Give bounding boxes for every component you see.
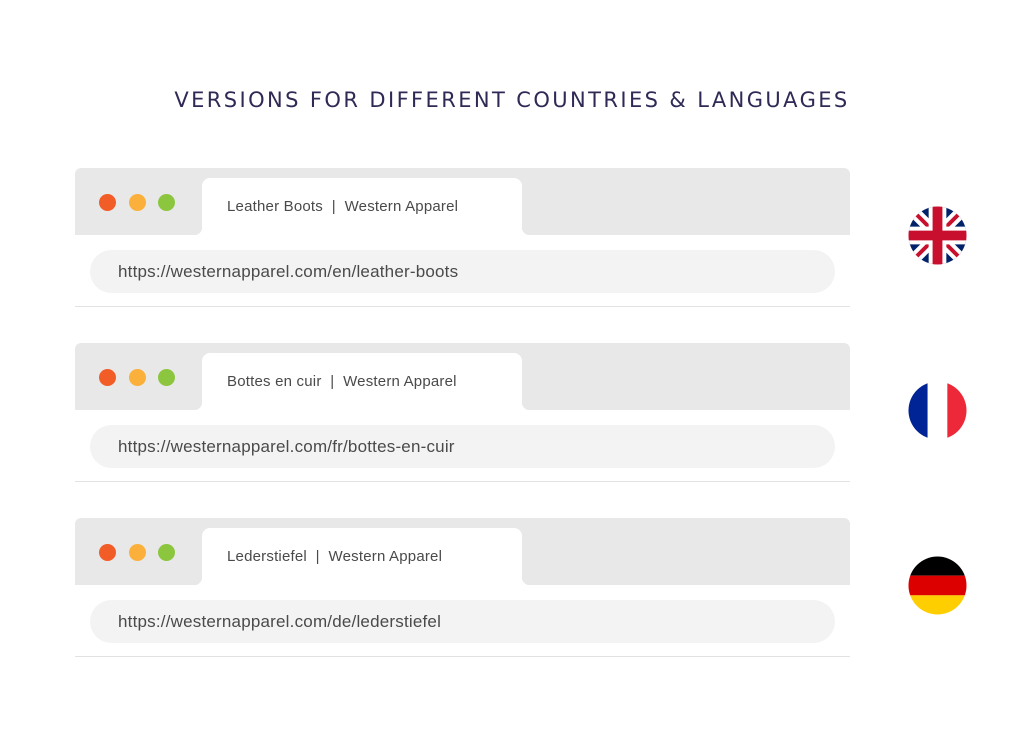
minimize-window-button[interactable] (129, 369, 146, 386)
close-window-button[interactable] (99, 544, 116, 561)
close-window-button[interactable] (99, 194, 116, 211)
browser-title-bar: Lederstiefel | Western Apparel (75, 518, 850, 585)
address-bar[interactable]: https://westernapparel.com/fr/bottes-en-… (90, 425, 835, 468)
browser-window-en: Leather Boots | Western Apparel https://… (75, 168, 850, 307)
germany-flag-icon (908, 556, 967, 615)
browser-tab[interactable]: Lederstiefel | Western Apparel (194, 528, 530, 585)
browser-tab[interactable]: Bottes en cuir | Western Apparel (194, 353, 530, 410)
url-text: https://westernapparel.com/en/leather-bo… (118, 262, 459, 281)
tab-title: Bottes en cuir | Western Apparel (227, 373, 457, 390)
address-bar[interactable]: https://westernapparel.com/de/lederstief… (90, 600, 835, 643)
divider (75, 306, 850, 307)
maximize-window-button[interactable] (158, 194, 175, 211)
tab-title: Lederstiefel | Western Apparel (227, 548, 443, 565)
page-title: VERSIONS FOR DIFFERENT COUNTRIES & LANGU… (174, 88, 850, 113)
france-flag-icon (908, 381, 967, 440)
url-text: https://westernapparel.com/de/lederstief… (118, 612, 442, 631)
browser-title-bar: Leather Boots | Western Apparel (75, 168, 850, 235)
maximize-window-button[interactable] (158, 369, 175, 386)
maximize-window-button[interactable] (158, 544, 175, 561)
tab-title: Leather Boots | Western Apparel (227, 198, 459, 215)
browser-window-de: Lederstiefel | Western Apparel https://w… (75, 518, 850, 657)
minimize-window-button[interactable] (129, 194, 146, 211)
browser-tab[interactable]: Leather Boots | Western Apparel (194, 178, 530, 235)
browser-window-fr: Bottes en cuir | Western Apparel https:/… (75, 343, 850, 482)
divider (75, 656, 850, 657)
uk-flag-icon (908, 206, 967, 265)
minimize-window-button[interactable] (129, 544, 146, 561)
divider (75, 481, 850, 482)
address-bar[interactable]: https://westernapparel.com/en/leather-bo… (90, 250, 835, 293)
url-text: https://westernapparel.com/fr/bottes-en-… (118, 437, 455, 456)
close-window-button[interactable] (99, 369, 116, 386)
browser-title-bar: Bottes en cuir | Western Apparel (75, 343, 850, 410)
